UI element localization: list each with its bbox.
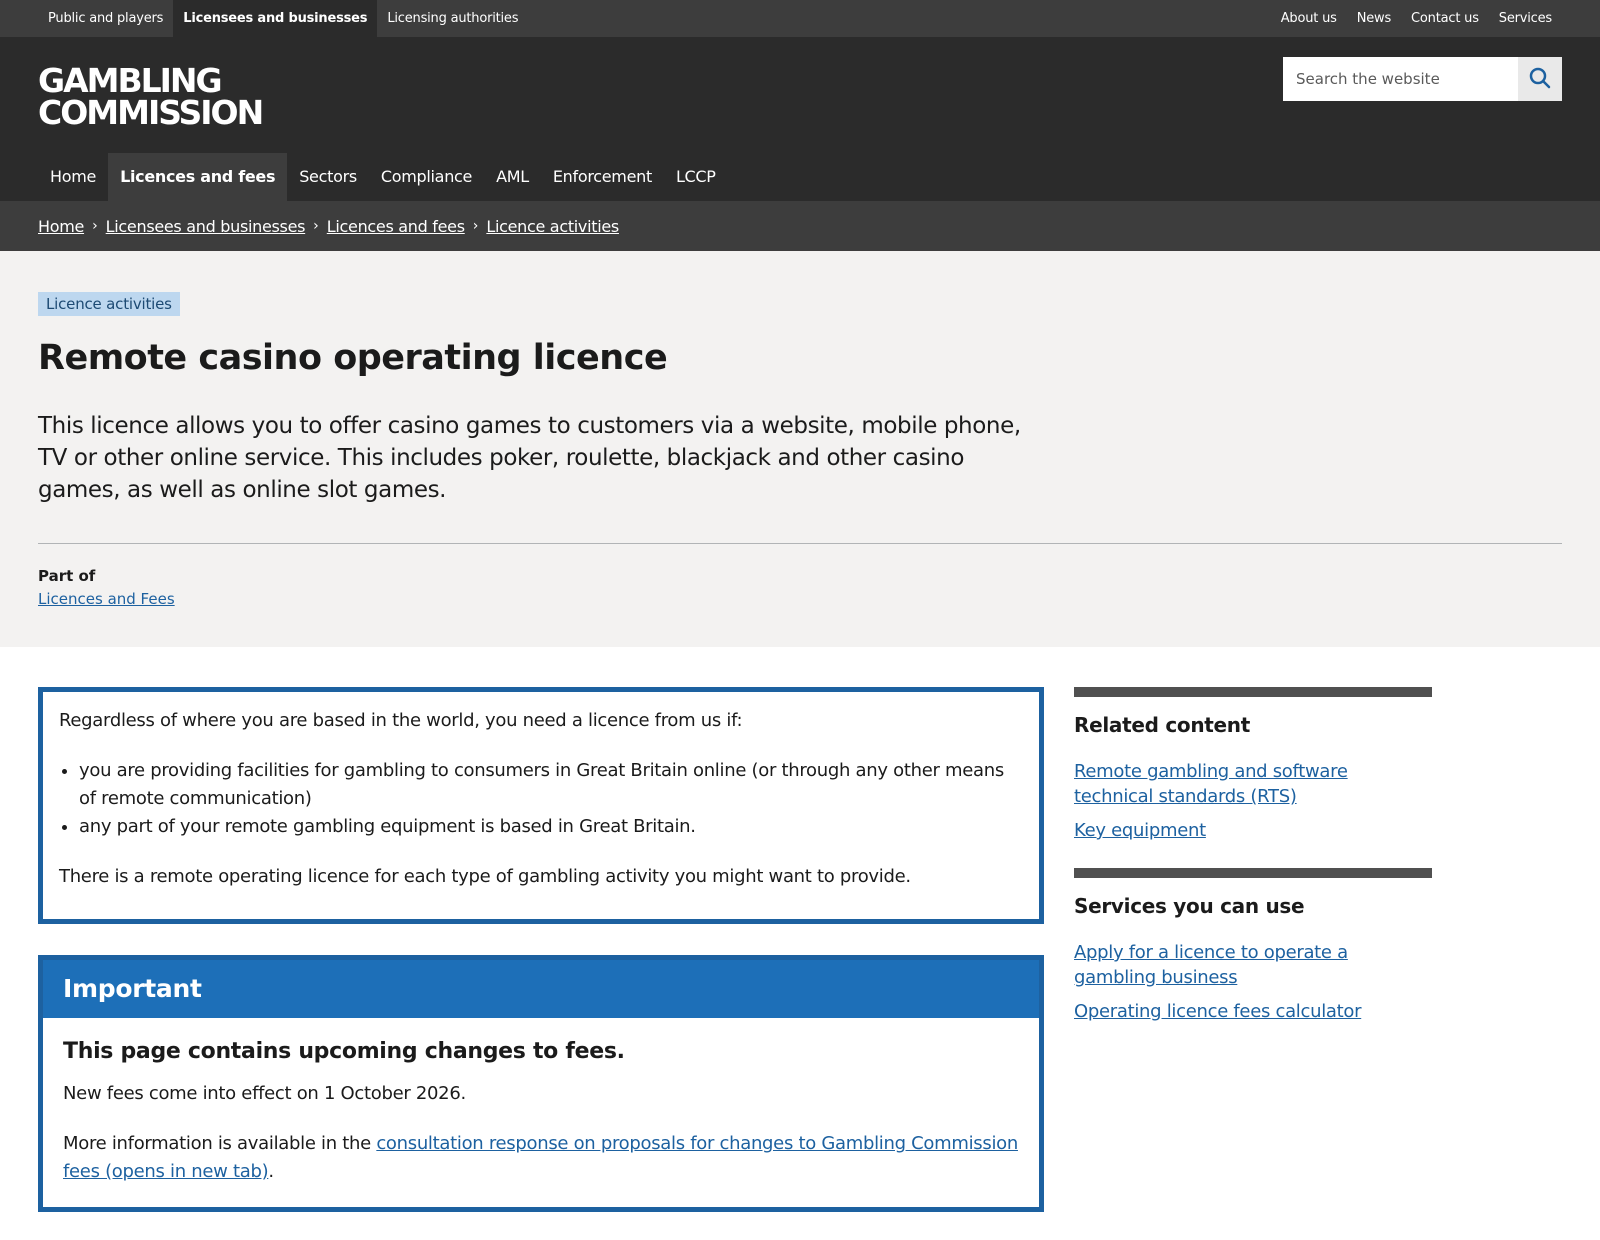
related-link-key-equipment[interactable]: Key equipment: [1074, 820, 1206, 841]
breadcrumb-licensees[interactable]: Licensees and businesses: [106, 217, 306, 236]
breadcrumb: Home › Licensees and businesses › Licenc…: [0, 201, 1600, 251]
important-heading: Important: [43, 960, 1039, 1018]
related-content-bar: [1074, 687, 1432, 697]
utility-bar: Public and players Licensees and busines…: [0, 0, 1600, 37]
nav-lccp[interactable]: LCCP: [664, 153, 728, 201]
main-nav: Home Licences and fees Sectors Complianc…: [0, 153, 1600, 201]
audience-link-authorities[interactable]: Licensing authorities: [377, 0, 528, 37]
important-text-2: More information is available in the con…: [63, 1130, 1019, 1186]
nav-home[interactable]: Home: [38, 153, 108, 201]
audience-link-public[interactable]: Public and players: [38, 0, 173, 37]
breadcrumb-home[interactable]: Home: [38, 217, 84, 236]
services-bar: [1074, 868, 1432, 878]
nav-licences-and-fees[interactable]: Licences and fees: [108, 153, 288, 201]
search-form: [1283, 57, 1562, 101]
important-notice: Important This page contains upcoming ch…: [38, 955, 1044, 1212]
logo-line-2: COMMISSION: [38, 93, 264, 132]
list-item: Key equipment: [1074, 818, 1432, 843]
list-item: any part of your remote gambling equipme…: [79, 813, 1023, 841]
utility-link-contact[interactable]: Contact us: [1401, 0, 1489, 37]
important-text-1: New fees come into effect on 1 October 2…: [63, 1083, 466, 1104]
chevron-right-icon: ›: [92, 218, 98, 234]
important-body: This page contains upcoming changes to f…: [43, 1018, 1039, 1206]
search-button[interactable]: [1518, 57, 1562, 101]
info-outro: There is a remote operating licence for …: [59, 866, 911, 887]
site-logo[interactable]: GAMBLING COMMISSION: [38, 64, 264, 132]
hero-divider: [38, 543, 1562, 544]
page-title: Remote casino operating licence: [38, 338, 668, 378]
utility-link-about[interactable]: About us: [1271, 0, 1347, 37]
info-bullets: you are providing facilities for gamblin…: [79, 757, 1023, 841]
nav-enforcement[interactable]: Enforcement: [541, 153, 664, 201]
part-of-link[interactable]: Licences and Fees: [38, 590, 175, 608]
related-link-rts[interactable]: Remote gambling and software technical s…: [1074, 761, 1348, 807]
services-heading: Services you can use: [1074, 894, 1305, 918]
category-tag: Licence activities: [38, 292, 180, 316]
audience-nav: Public and players Licensees and busines…: [38, 0, 528, 37]
main-content: Regardless of where you are based in the…: [0, 647, 1600, 1240]
part-of: Part of Licences and Fees: [38, 567, 175, 608]
chevron-right-icon: ›: [472, 218, 479, 234]
search-input[interactable]: [1283, 57, 1518, 101]
list-item: Remote gambling and software technical s…: [1074, 759, 1432, 809]
audience-link-licensees[interactable]: Licensees and businesses: [173, 0, 378, 37]
nav-aml[interactable]: AML: [484, 153, 541, 201]
utility-links: About us News Contact us Services: [1271, 0, 1562, 37]
part-of-label: Part of: [38, 567, 96, 585]
list-item: Apply for a licence to operate a gamblin…: [1074, 940, 1432, 990]
services-links: Apply for a licence to operate a gamblin…: [1074, 940, 1432, 1024]
info-intro: Regardless of where you are based in the…: [59, 710, 743, 731]
nav-sectors[interactable]: Sectors: [287, 153, 369, 201]
search-icon: [1529, 67, 1551, 92]
utility-link-services[interactable]: Services: [1489, 0, 1562, 37]
service-link-apply[interactable]: Apply for a licence to operate a gamblin…: [1074, 942, 1348, 988]
licence-requirement-box: Regardless of where you are based in the…: [38, 687, 1044, 924]
page-lede: This licence allows you to offer casino …: [38, 413, 1021, 503]
important-text-2-suffix: .: [268, 1161, 274, 1182]
related-content-heading: Related content: [1074, 713, 1250, 737]
important-text-2-prefix: More information is available in the: [63, 1133, 377, 1154]
related-content-links: Remote gambling and software technical s…: [1074, 759, 1432, 843]
important-subheading: This page contains upcoming changes to f…: [63, 1039, 625, 1064]
breadcrumb-licence-activities[interactable]: Licence activities: [486, 217, 619, 236]
page-hero: Licence activities Remote casino operati…: [0, 251, 1600, 647]
breadcrumb-licences-and-fees[interactable]: Licences and fees: [327, 217, 465, 236]
services-you-can-use: Services you can use Apply for a licence…: [1074, 868, 1432, 1033]
list-item: Operating licence fees calculator: [1074, 999, 1432, 1024]
chevron-right-icon: ›: [313, 218, 319, 234]
site-header: GAMBLING COMMISSION: [0, 37, 1600, 153]
related-content: Related content Remote gambling and soft…: [1074, 687, 1432, 852]
list-item: you are providing facilities for gamblin…: [79, 757, 1023, 813]
service-link-fees-calculator[interactable]: Operating licence fees calculator: [1074, 1001, 1362, 1022]
utility-link-news[interactable]: News: [1347, 0, 1401, 37]
nav-compliance[interactable]: Compliance: [369, 153, 484, 201]
